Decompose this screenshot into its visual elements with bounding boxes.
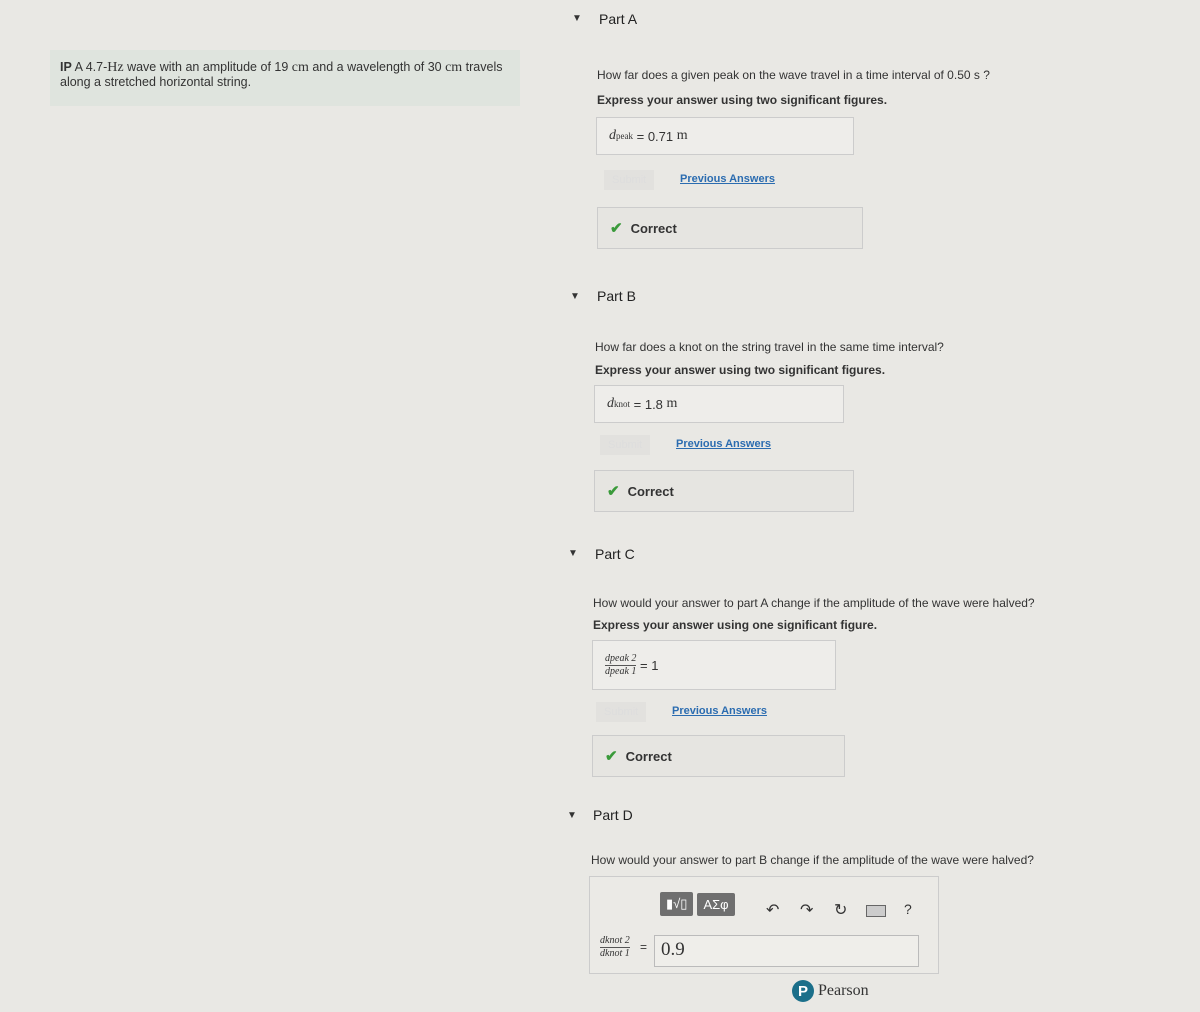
- part-b-submit-button[interactable]: Submit: [600, 435, 651, 455]
- part-c-previous-answers-link[interactable]: Previous Answers: [672, 705, 767, 717]
- check-icon: ✔: [605, 748, 618, 765]
- redo-icon[interactable]: ↷: [800, 900, 813, 920]
- problem-statement: IP A 4.7-Hz wave with an amplitude of 19…: [50, 50, 520, 106]
- reset-icon[interactable]: ↻: [834, 900, 847, 920]
- ratio-fraction: dknot 2 dknot 1: [600, 935, 630, 959]
- part-b-answer-box: d knot = 1.8 m: [594, 385, 844, 423]
- greek-symbols-button[interactable]: ΑΣφ: [697, 892, 735, 916]
- collapse-part-b-icon[interactable]: ▼: [570, 291, 580, 302]
- check-icon: ✔: [607, 483, 620, 500]
- part-c-submit-button[interactable]: Submit: [596, 702, 647, 722]
- part-c-feedback: ✔ Correct: [592, 735, 845, 777]
- part-b-instruction: Express your answer using two significan…: [595, 363, 886, 377]
- part-a-question: How far does a given peak on the wave tr…: [597, 68, 990, 82]
- part-b-title[interactable]: Part B: [597, 288, 636, 304]
- part-d-answer-input[interactable]: 0.9: [654, 935, 919, 967]
- part-b-feedback: ✔ Correct: [594, 470, 854, 512]
- part-b-question: How far does a knot on the string travel…: [595, 340, 944, 354]
- part-a-feedback: ✔ Correct: [597, 207, 863, 249]
- part-a-instruction: Express your answer using two significan…: [597, 93, 888, 107]
- collapse-part-d-icon[interactable]: ▼: [567, 810, 577, 821]
- part-c-question: How would your answer to part A change i…: [593, 596, 1035, 610]
- part-c-title[interactable]: Part C: [595, 546, 635, 562]
- ratio-fraction: dpeak 2 dpeak 1: [605, 652, 637, 677]
- part-c-instruction: Express your answer using one significan…: [593, 618, 878, 632]
- help-button[interactable]: ?: [904, 901, 912, 917]
- pearson-p-icon: P: [792, 980, 814, 1002]
- part-a-answer-box: d peak = 0.71 m: [596, 117, 854, 155]
- part-a-submit-button[interactable]: Submit: [604, 170, 655, 190]
- part-a-previous-answers-link[interactable]: Previous Answers: [680, 173, 775, 185]
- part-c-answer-box: dpeak 2 dpeak 1 = 1: [592, 640, 836, 690]
- keyboard-icon[interactable]: [866, 905, 886, 917]
- math-toolbar: ▮√▯ ΑΣφ: [660, 892, 735, 916]
- part-b-previous-answers-link[interactable]: Previous Answers: [676, 438, 771, 450]
- part-a-title[interactable]: Part A: [599, 11, 637, 27]
- pearson-logo: P Pearson: [792, 980, 869, 1002]
- check-icon: ✔: [610, 220, 623, 237]
- templates-button[interactable]: ▮√▯: [660, 892, 694, 916]
- part-d-title[interactable]: Part D: [593, 807, 633, 823]
- collapse-part-a-icon[interactable]: ▼: [572, 13, 582, 24]
- part-d-question: How would your answer to part B change i…: [591, 853, 1034, 867]
- undo-icon[interactable]: ↶: [766, 900, 779, 920]
- collapse-part-c-icon[interactable]: ▼: [568, 548, 578, 559]
